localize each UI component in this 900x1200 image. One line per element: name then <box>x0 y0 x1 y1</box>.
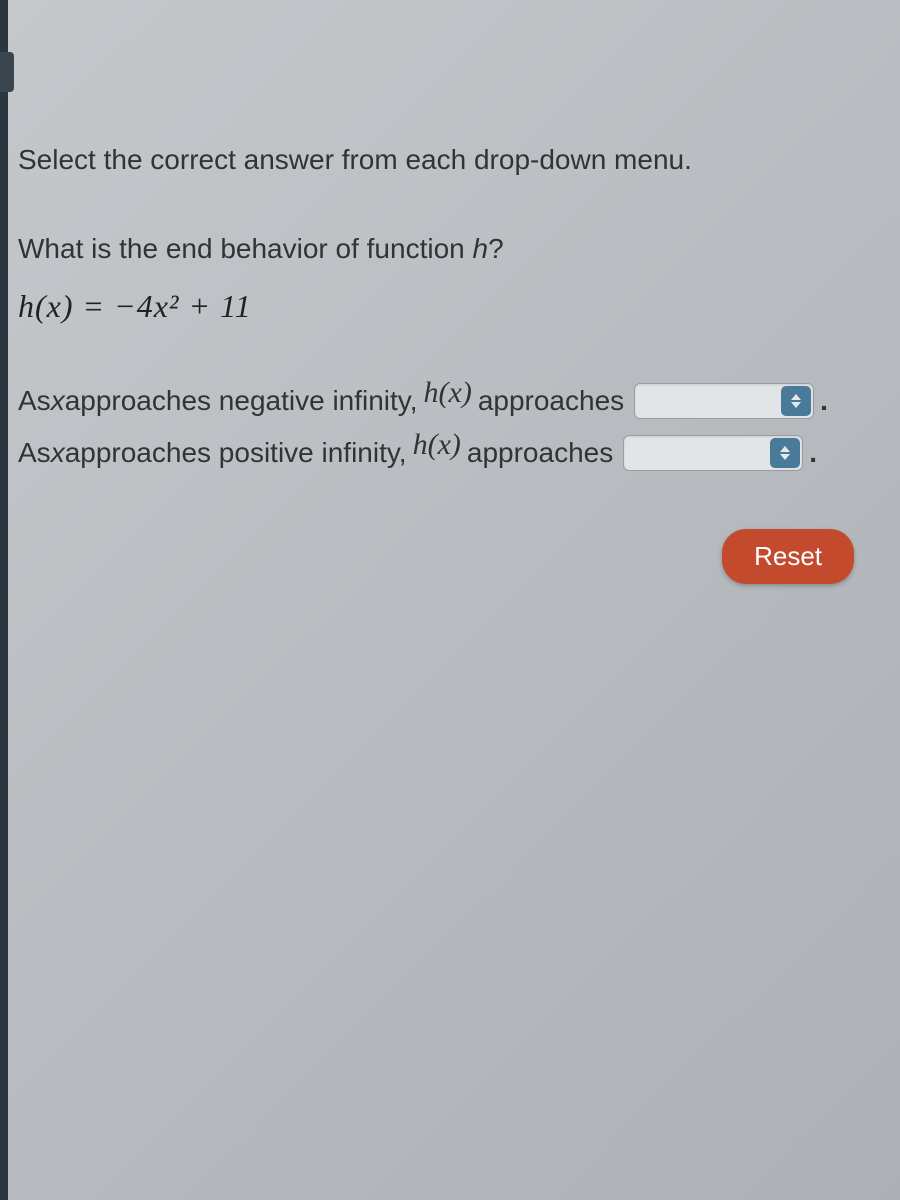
dropdown-2[interactable] <box>623 435 803 471</box>
equation-expression: h(x) = −4x² + 11 <box>18 288 252 324</box>
question-text: What is the end behavior of function h? <box>18 229 882 268</box>
left-edge-bar <box>0 0 8 1200</box>
row1-prefix: As <box>18 380 51 422</box>
updown-arrows-icon <box>781 386 811 416</box>
row2-mid2: approaches <box>467 432 613 474</box>
row2-variable: x <box>51 432 65 474</box>
statement-row-2: As x approaches positive infinity, h(x) … <box>18 432 882 474</box>
reset-button[interactable]: Reset <box>722 529 854 584</box>
row1-period: . <box>820 385 828 417</box>
statement-row-1: As x approaches negative infinity, h(x) … <box>18 380 882 422</box>
dropdown-1[interactable] <box>634 383 814 419</box>
row1-mid2: approaches <box>478 380 624 422</box>
updown-arrows-icon <box>770 438 800 468</box>
row2-prefix: As <box>18 432 51 474</box>
reset-button-wrap: Reset <box>18 529 882 584</box>
question-prefix: What is the end behavior of function <box>18 233 473 264</box>
row1-variable: x <box>51 380 65 422</box>
row2-period: . <box>809 437 817 469</box>
equation-text: h(x) = −4x² + 11 <box>18 288 882 325</box>
instruction-text: Select the correct answer from each drop… <box>18 140 882 179</box>
question-function-name: h <box>473 233 489 264</box>
question-content: Select the correct answer from each drop… <box>0 40 900 584</box>
row1-mid1: approaches negative infinity, <box>65 380 418 422</box>
tab-marker <box>0 52 14 92</box>
question-suffix: ? <box>488 233 504 264</box>
row1-hx: h(x) <box>424 376 472 410</box>
row2-mid1: approaches positive infinity, <box>65 432 407 474</box>
row2-hx: h(x) <box>413 428 461 462</box>
